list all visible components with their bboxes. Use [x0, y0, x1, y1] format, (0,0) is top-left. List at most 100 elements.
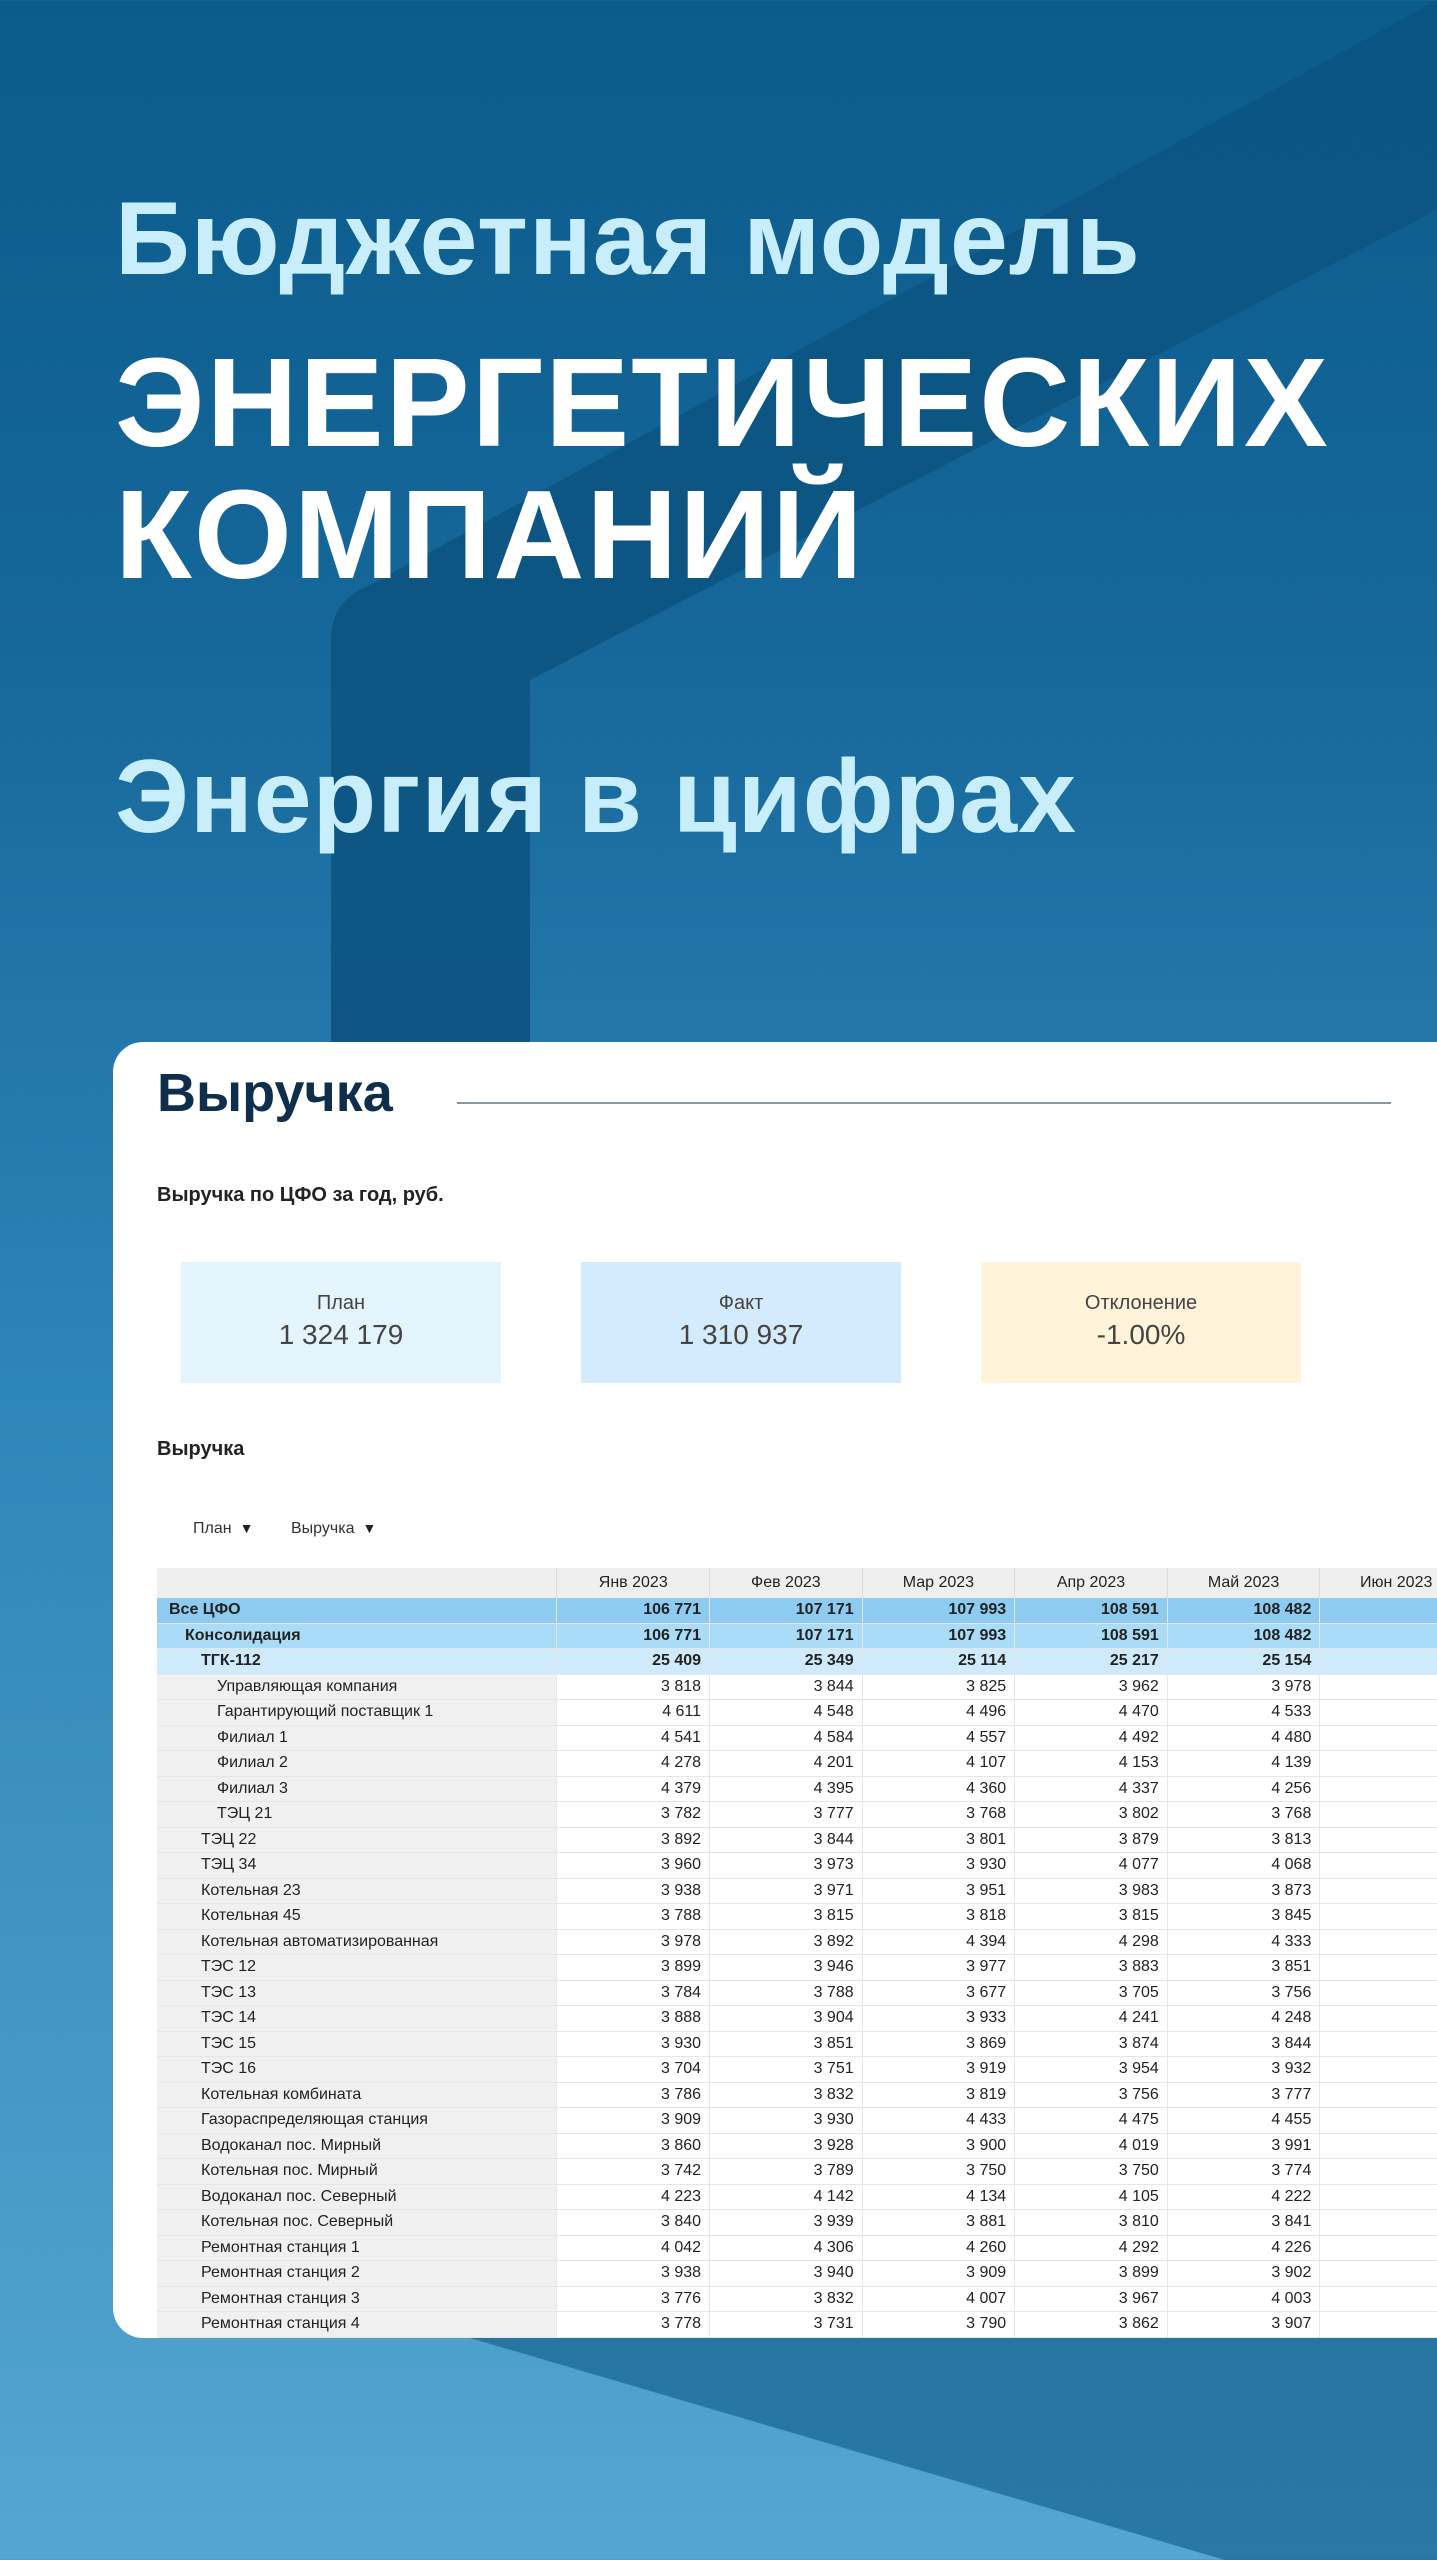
column-header[interactable]: Май 2023	[1167, 1568, 1321, 1598]
cell-value: 107 993	[862, 1598, 1016, 1624]
cell-value	[1319, 1623, 1437, 1649]
kpi-value: 1 310 937	[678, 1319, 804, 1350]
table-row[interactable]: ТГК-112 25 409 25 349 25 114 25 217 25 154	[157, 1648, 1437, 1675]
table-row[interactable]: ТЭЦ 21 3 782 3 777 3 768 3 802 3 768	[157, 1801, 1437, 1828]
cell-value: 3 788	[556, 1903, 711, 1930]
cell-value: 25 114	[862, 1648, 1016, 1675]
kpi-label: Отклонение	[1084, 1292, 1198, 1314]
cell-value: 3 750	[862, 2158, 1016, 2185]
row-name: ТЭЦ 21	[157, 1801, 558, 1828]
kpi-deviation: Отклонение -1.00%	[981, 1262, 1301, 1383]
cell-value	[1319, 2311, 1437, 2338]
revenue-card: Выручка Выручка по ЦФО за год, руб. План…	[113, 1042, 1437, 2338]
column-header-name[interactable]	[157, 1568, 558, 1598]
table-row[interactable]: Ремонтная станция 43 778 3 731 3 790 3 862 3…	[157, 2311, 1437, 2338]
cell-value: 3 930	[862, 1852, 1016, 1879]
cell-value: 4 306	[709, 2235, 863, 2261]
cell-value	[1319, 1725, 1437, 1751]
cell-value: 3 774	[1167, 2158, 1321, 2185]
cell-value: 3 825	[862, 1674, 1016, 1700]
table-row[interactable]: ТЭС 12 3 899 3 946 3 977 3 883 3 851	[157, 1954, 1437, 1981]
table-row[interactable]: Ремонтная станция 14 042 4 306 4 260 4 292 4…	[157, 2235, 1437, 2261]
column-header[interactable]: Мар 2023	[862, 1568, 1016, 1598]
cell-value	[1319, 1776, 1437, 1802]
cell-value	[1319, 1674, 1437, 1700]
cell-value: 106 771	[556, 1623, 711, 1649]
table-row[interactable]: Все ЦФО 106 771 107 171 107 993 108 591 108 4…	[157, 1598, 1437, 1624]
cell-value: 4 557	[862, 1725, 1016, 1751]
cell-value: 3 933	[862, 2005, 1016, 2032]
cell-value: 107 993	[862, 1623, 1016, 1649]
table-row[interactable]: Водоканал пос. Северный 4 223 4 142 4 134 4 …	[157, 2184, 1437, 2210]
dropdown-label: Выручка	[291, 1520, 355, 1537]
table-row[interactable]: ТЭС 14 3 888 3 904 3 933 4 241 4 248	[157, 2005, 1437, 2032]
table-row[interactable]: Котельная 45 3 788 3 815 3 818 3 815 3 845	[157, 1903, 1437, 1930]
cell-value: 4 533	[1167, 1699, 1321, 1726]
cell-value: 4 142	[709, 2184, 863, 2210]
row-name: Котельная пос. Мирный	[157, 2158, 558, 2185]
table-row[interactable]: Котельная пос. Северный 3 840 3 939 3 881 3 …	[157, 2209, 1437, 2236]
table-row[interactable]: Котельная 23 3 938 3 971 3 951 3 983 3 873	[157, 1878, 1437, 1904]
metric-dropdown[interactable]: Выручка ▼	[291, 1520, 376, 1538]
table-row[interactable]: Ремонтная станция 23 938 3 940 3 909 3 899 3…	[157, 2260, 1437, 2287]
table-row[interactable]: Гарантирующий поставщик 14 611 4 548 4 496…	[157, 1699, 1437, 1726]
cell-value: 3 768	[1167, 1801, 1321, 1828]
table-row[interactable]: Ремонтная станция 33 776 3 832 4 007 3 967 4…	[157, 2286, 1437, 2312]
table-row[interactable]: Водоканал пос. Мирный 3 860 3 928 3 900 4 01…	[157, 2133, 1437, 2159]
column-header[interactable]: Фев 2023	[709, 1568, 863, 1598]
cell-value	[1319, 1903, 1437, 1930]
cell-value	[1319, 2286, 1437, 2312]
cell-value: 4 256	[1167, 1776, 1321, 1802]
cell-value: 3 951	[862, 1878, 1016, 1904]
cell-value: 25 349	[709, 1648, 863, 1675]
table-row[interactable]: Филиал 24 278 4 201 4 107 4 153 4 139	[157, 1750, 1437, 1777]
table-row[interactable]: Консолидация 106 771 107 171 107 993 108 591…	[157, 1623, 1437, 1649]
table-row[interactable]: ТЭС 15 3 930 3 851 3 869 3 874 3 844	[157, 2031, 1437, 2057]
cell-value: 4 134	[862, 2184, 1016, 2210]
table-row[interactable]: ТЭС 16 3 704 3 751 3 919 3 954 3 932	[157, 2056, 1437, 2083]
cell-value	[1319, 2056, 1437, 2083]
cell-value: 4 107	[862, 1750, 1016, 1777]
cell-value: 3 932	[1167, 2056, 1321, 2083]
cell-value: 3 939	[709, 2209, 863, 2236]
cell-value: 3 832	[709, 2286, 863, 2312]
cell-value: 3 909	[862, 2260, 1016, 2287]
cell-value: 3 978	[1167, 1674, 1321, 1700]
kpi-value: -1.00%	[1096, 1319, 1186, 1350]
cell-value: 3 892	[709, 1929, 863, 1955]
table-row[interactable]: ТЭС 13 3 784 3 788 3 677 3 705 3 756	[157, 1980, 1437, 2006]
table-row[interactable]: ТЭЦ 34 3 960 3 973 3 930 4 077 4 068	[157, 1852, 1437, 1879]
cell-value: 3 810	[1014, 2209, 1168, 2236]
table-row[interactable]: Управляющая компания 3 818 3 844 3 825 3 962…	[157, 1674, 1437, 1700]
table-row[interactable]: Котельная пос. Мирный 3 742 3 789 3 750 3 75…	[157, 2158, 1437, 2185]
cell-value: 3 819	[862, 2082, 1016, 2108]
cell-value: 3 954	[1014, 2056, 1168, 2083]
cell-value: 3 802	[1014, 1801, 1168, 1828]
cell-value: 4 222	[1167, 2184, 1321, 2210]
cell-value: 3 705	[1014, 1980, 1168, 2006]
column-header[interactable]: Июн 2023	[1319, 1568, 1437, 1598]
table-row[interactable]: Филиал 14 541 4 584 4 557 4 492 4 480	[157, 1725, 1437, 1751]
table-row[interactable]: ТЭЦ 22 3 892 3 844 3 801 3 879 3 813	[157, 1827, 1437, 1853]
kpi-label: План	[316, 1292, 366, 1314]
cell-value: 3 973	[709, 1852, 863, 1879]
cell-value: 3 704	[556, 2056, 711, 2083]
cell-value: 3 790	[862, 2311, 1016, 2338]
cell-value: 4 379	[556, 1776, 711, 1802]
cell-value	[1319, 1598, 1437, 1624]
column-header[interactable]: Апр 2023	[1014, 1568, 1168, 1598]
cell-value: 3 991	[1167, 2133, 1321, 2159]
table-row[interactable]: Газораспределяющая станция 3 909 3 930 4 43…	[157, 2107, 1437, 2134]
table-row[interactable]: Котельная автоматизированная 3 978 3 892 4 …	[157, 1929, 1437, 1955]
cell-value: 4 480	[1167, 1725, 1321, 1751]
cell-value: 3 962	[1014, 1674, 1168, 1700]
row-name: Котельная автоматизированная	[157, 1929, 558, 1955]
scenario-dropdown[interactable]: План ▼	[193, 1520, 253, 1538]
table-row[interactable]: Котельная комбината 3 786 3 832 3 819 3 756 3…	[157, 2082, 1437, 2108]
hero-title-line2: ЭНЕРГЕТИЧЕСКИХ	[115, 332, 1330, 473]
table-row[interactable]: Филиал 34 379 4 395 4 360 4 337 4 256	[157, 1776, 1437, 1802]
cell-value	[1319, 1878, 1437, 1904]
column-header[interactable]: Янв 2023	[556, 1568, 711, 1598]
cell-value: 3 788	[709, 1980, 863, 2006]
row-name: Водоканал пос. Мирный	[157, 2133, 558, 2159]
